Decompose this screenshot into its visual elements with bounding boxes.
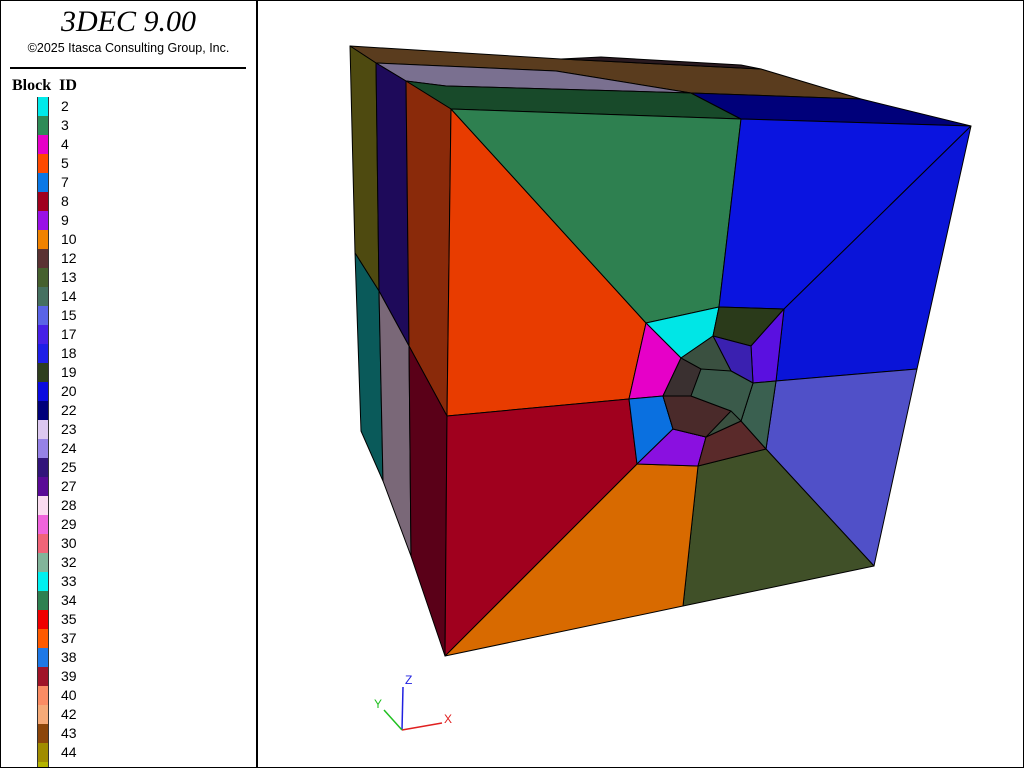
block-left-olive [349, 45, 380, 292]
legend-label: 44 [61, 744, 77, 760]
legend-swatch [37, 97, 49, 116]
legend-label: 7 [61, 174, 69, 190]
legend-swatch [37, 135, 49, 154]
legend-swatch [37, 363, 49, 382]
legend-swatch [37, 287, 49, 306]
legend-label: 3 [61, 117, 69, 133]
plot-frame: 3DEC 9.00 ©2025 Itasca Consulting Group,… [0, 0, 1024, 768]
legend-label: 14 [61, 288, 77, 304]
legend-label: 8 [61, 193, 69, 209]
legend-label: 28 [61, 497, 77, 513]
legend-divider [10, 67, 246, 69]
legend-label: 27 [61, 478, 77, 494]
legend-swatch [37, 629, 49, 648]
legend-swatch [37, 192, 49, 211]
legend-swatch [37, 249, 49, 268]
legend-swatch [37, 686, 49, 705]
legend-label: 24 [61, 440, 77, 456]
copyright-text: ©2025 Itasca Consulting Group, Inc. [27, 41, 230, 55]
legend-label: 40 [61, 687, 77, 703]
axis-triad: Z X Y [374, 673, 452, 731]
legend-swatch [37, 667, 49, 686]
legend-swatch [37, 705, 49, 724]
legend-label: 39 [61, 668, 77, 684]
legend-swatch [37, 268, 49, 287]
legend-label: 30 [61, 535, 77, 551]
legend-swatch [37, 496, 49, 515]
legend-swatch [37, 306, 49, 325]
legend-label: 19 [61, 364, 77, 380]
legend-swatch [37, 648, 49, 667]
legend-label: 4 [61, 136, 69, 152]
legend-swatch [37, 344, 49, 363]
x-axis-label: X [444, 712, 452, 726]
legend-swatch [37, 743, 49, 762]
legend-label: 22 [61, 402, 77, 418]
legend-label: 37 [61, 630, 77, 646]
legend-label: 29 [61, 516, 77, 532]
legend-label: 25 [61, 459, 77, 475]
legend-label: 38 [61, 649, 77, 665]
legend-swatch [37, 515, 49, 534]
legend-swatch [37, 325, 49, 344]
legend-swatch [37, 762, 49, 767]
legend-label: 9 [61, 212, 69, 228]
legend-panel: 3DEC 9.00 ©2025 Itasca Consulting Group,… [1, 1, 258, 767]
legend-label: 17 [61, 326, 77, 342]
legend-label: 20 [61, 383, 77, 399]
legend-title: Block ID [12, 77, 77, 94]
legend-swatch [37, 211, 49, 230]
legend-label: 10 [61, 231, 77, 247]
legend-swatch [37, 610, 49, 629]
model-viewport[interactable]: Z X Y [258, 1, 1023, 767]
legend-swatch [37, 477, 49, 496]
legend-swatch [37, 154, 49, 173]
legend-swatch [37, 458, 49, 477]
z-axis-label: Z [405, 673, 412, 687]
legend-label: 12 [61, 250, 77, 266]
legend-swatch [37, 401, 49, 420]
app-title: 3DEC 9.00 [61, 5, 196, 38]
legend-label: 43 [61, 725, 77, 741]
legend-swatch [37, 553, 49, 572]
legend-label: 15 [61, 307, 77, 323]
legend-label: 33 [61, 573, 77, 589]
x-axis-line [401, 722, 443, 731]
legend-swatch [37, 591, 49, 610]
legend-label: 2 [61, 98, 69, 114]
legend-swatch [37, 116, 49, 135]
y-axis-label: Y [374, 697, 382, 711]
legend-swatch [37, 230, 49, 249]
legend-label: 32 [61, 554, 77, 570]
legend-label: 5 [61, 155, 69, 171]
legend-label: 34 [61, 592, 77, 608]
legend-swatch [37, 572, 49, 591]
legend-label: 13 [61, 269, 77, 285]
legend-swatch [37, 420, 49, 439]
legend-swatch [37, 534, 49, 553]
block-model-canvas[interactable]: Z X Y [258, 1, 1023, 767]
legend-label: 18 [61, 345, 77, 361]
legend-label: 35 [61, 611, 77, 627]
legend-swatch [37, 724, 49, 743]
legend-swatch [37, 382, 49, 401]
z-axis-line [401, 686, 404, 731]
y-axis-line [383, 709, 403, 731]
legend-swatch [37, 173, 49, 192]
legend-label: 42 [61, 706, 77, 722]
legend-label: 23 [61, 421, 77, 437]
legend-swatch [37, 439, 49, 458]
